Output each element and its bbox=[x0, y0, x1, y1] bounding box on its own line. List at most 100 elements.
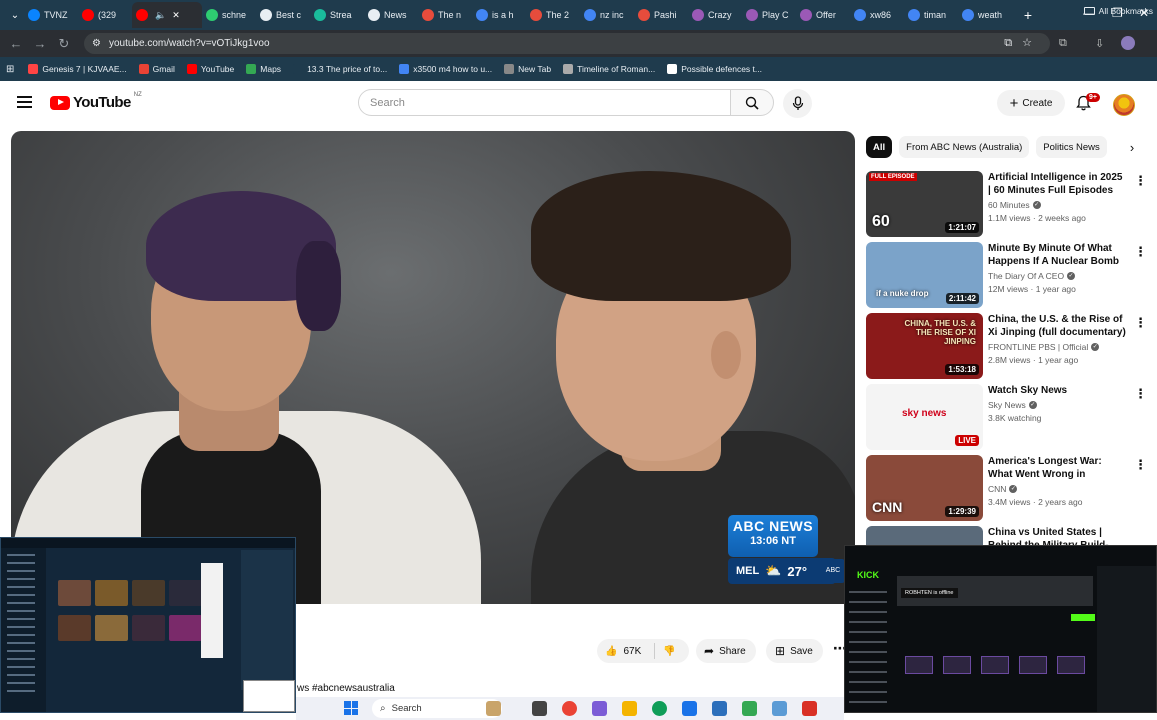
bookmark-star-icon[interactable]: ⧉☆ bbox=[1004, 36, 1042, 50]
browser-tab[interactable]: Offer bbox=[796, 2, 850, 28]
related-video-item[interactable]: FULL EPISODE 60 1:21:07 Artificial Intellig… bbox=[866, 171, 1150, 237]
related-video-item[interactable]: China vs United States | Behind the Mili… bbox=[866, 526, 1150, 545]
channel-name[interactable]: The Diary Of A CEO bbox=[988, 271, 1064, 281]
more-options-icon[interactable]: ⋮ bbox=[1134, 244, 1147, 260]
more-options-icon[interactable]: ⋮ bbox=[1134, 173, 1147, 189]
filter-chip[interactable]: From ABC News (Australia) bbox=[899, 136, 1030, 158]
tab-search-icon[interactable]: ⌄ bbox=[6, 10, 24, 21]
chevron-right-icon[interactable]: › bbox=[1122, 140, 1142, 155]
browser-tab[interactable]: Crazy bbox=[688, 2, 742, 28]
browser-tab[interactable]: The 2 bbox=[526, 2, 580, 28]
browser-tab[interactable]: Pashi bbox=[634, 2, 688, 28]
tab-audio-icon[interactable]: 🔈 bbox=[155, 10, 166, 21]
site-info-icon[interactable]: ⚙ bbox=[92, 38, 101, 49]
app-icon[interactable] bbox=[802, 701, 817, 716]
video-player[interactable]: ABC NEWS 13:06 NT MEL ⛅ 27° ABC bbox=[11, 131, 855, 604]
taskbar-search[interactable]: ⌕ Search bbox=[372, 699, 502, 718]
edge-icon[interactable] bbox=[652, 701, 667, 716]
account-avatar[interactable] bbox=[1113, 94, 1135, 116]
browser-tab[interactable]: weath bbox=[958, 2, 1012, 28]
browser-tab[interactable]: Play C bbox=[742, 2, 796, 28]
forward-icon[interactable]: → bbox=[28, 36, 52, 51]
browser-tab[interactable]: (329 bbox=[78, 2, 132, 28]
filter-chip[interactable]: All bbox=[866, 136, 893, 158]
bookmark-item[interactable]: Genesis 7 | KJVAAE... bbox=[28, 64, 127, 74]
bookmark-item[interactable]: Timeline of Roman... bbox=[563, 64, 655, 74]
address-bar[interactable]: ⚙ youtube.com/watch?v=vOTiJkg1voo ⧉☆ bbox=[84, 33, 1050, 54]
like-button[interactable]: 👍 67K bbox=[597, 643, 655, 659]
more-options-icon[interactable]: ⋮ bbox=[1134, 315, 1147, 331]
browser-tab[interactable]: timan bbox=[904, 2, 958, 28]
overlay-window-kick[interactable]: KICK ROBHTEN is offline bbox=[844, 545, 1157, 713]
video-thumbnail[interactable]: CNN 1:29:39 bbox=[866, 455, 983, 521]
channel-name[interactable]: 60 Minutes bbox=[988, 200, 1030, 210]
channel-name[interactable]: FRONTLINE PBS | Official bbox=[988, 342, 1088, 352]
related-video-item[interactable]: CNN 1:29:39 America's Longest War: What We… bbox=[866, 455, 1150, 521]
create-button[interactable]: + Create bbox=[997, 90, 1065, 116]
profile-avatar[interactable] bbox=[1121, 36, 1135, 50]
video-thumbnail[interactable]: FULL EPISODE 60 1:21:07 bbox=[866, 171, 983, 237]
browser-tab[interactable]: xw86 bbox=[850, 2, 904, 28]
new-tab-button[interactable]: + bbox=[1018, 7, 1038, 23]
channel-name[interactable]: CNN bbox=[988, 484, 1006, 494]
video-title[interactable]: Watch Sky News bbox=[988, 384, 1128, 397]
video-thumbnail[interactable]: sky news LIVE bbox=[866, 384, 983, 450]
bookmark-item[interactable]: Maps bbox=[246, 64, 281, 74]
related-video-item[interactable]: sky news LIVE Watch Sky News Sky News ✓ 3.8K … bbox=[866, 384, 1150, 450]
video-thumbnail[interactable]: CHINA, THE U.S. & THE RISE OF XI JINPING… bbox=[866, 313, 983, 379]
bookmark-item[interactable]: YouTube bbox=[186, 64, 234, 74]
browser-tab[interactable]: TVNZ bbox=[24, 2, 78, 28]
browser-tab[interactable]: News bbox=[364, 2, 418, 28]
browser-tab[interactable]: Best c bbox=[256, 2, 310, 28]
app-icon[interactable] bbox=[772, 701, 787, 716]
bookmark-item[interactable]: x3500 m4 how to u... bbox=[399, 64, 492, 74]
bookmark-item[interactable]: Possible defences t... bbox=[667, 64, 762, 74]
video-title[interactable]: America's Longest War: What Went Wrong i… bbox=[988, 455, 1128, 481]
video-title[interactable]: China, the U.S. & the Rise of Xi Jinping… bbox=[988, 313, 1128, 339]
taskbar-widget-icon[interactable] bbox=[486, 701, 501, 716]
file-explorer-icon[interactable] bbox=[622, 701, 637, 716]
back-icon[interactable]: ← bbox=[4, 36, 28, 51]
search-button[interactable] bbox=[730, 89, 774, 116]
bookmark-item[interactable]: Gmail bbox=[138, 64, 175, 74]
share-button[interactable]: ➦ Share bbox=[696, 639, 756, 663]
reload-icon[interactable]: ↻ bbox=[52, 36, 76, 52]
save-button[interactable]: ⊞ Save bbox=[766, 639, 823, 663]
browser-tab[interactable]: is a h bbox=[472, 2, 526, 28]
voice-search-button[interactable] bbox=[783, 89, 812, 118]
browser-tab[interactable]: nz inc bbox=[580, 2, 634, 28]
bookmark-item[interactable]: 13.3 The price of to... bbox=[293, 64, 387, 74]
tab-close-icon[interactable]: ✕ bbox=[172, 10, 180, 21]
video-title[interactable]: Artificial Intelligence in 2025 | 60 Min… bbox=[988, 171, 1128, 197]
browser-tab[interactable]: The n bbox=[418, 2, 472, 28]
dislike-button[interactable]: 👎 bbox=[655, 646, 675, 657]
description-hashtags[interactable]: ws #abcnewsaustralia bbox=[297, 683, 395, 694]
related-video-item[interactable]: if a nuke drop 2:11:42 Minute By Minute Of… bbox=[866, 242, 1150, 308]
video-thumbnail[interactable]: if a nuke drop 2:11:42 bbox=[866, 242, 983, 308]
video-title[interactable]: Minute By Minute Of What Happens If A Nu… bbox=[988, 242, 1128, 268]
video-thumbnail[interactable] bbox=[866, 526, 983, 545]
all-bookmarks-button[interactable]: All Bookmarks bbox=[1083, 6, 1153, 16]
copilot-icon[interactable] bbox=[592, 701, 607, 716]
related-video-item[interactable]: CHINA, THE U.S. & THE RISE OF XI JINPING… bbox=[866, 313, 1150, 379]
mail-icon[interactable] bbox=[712, 701, 727, 716]
browser-tab[interactable]: Strea bbox=[310, 2, 364, 28]
task-view-icon[interactable] bbox=[532, 701, 547, 716]
more-options-icon[interactable]: ⋮ bbox=[1134, 457, 1147, 473]
browser-tab[interactable]: schne bbox=[202, 2, 256, 28]
video-title[interactable]: China vs United States | Behind the Mili… bbox=[988, 526, 1128, 545]
chrome-icon[interactable] bbox=[562, 701, 577, 716]
youtube-logo[interactable]: YouTube NZ bbox=[50, 92, 142, 111]
channel-name[interactable]: Sky News bbox=[988, 400, 1026, 410]
app-icon[interactable] bbox=[742, 701, 757, 716]
windows-start-icon[interactable] bbox=[344, 701, 358, 715]
downloads-icon[interactable]: ⇩ bbox=[1095, 37, 1104, 50]
bookmark-item[interactable]: New Tab bbox=[504, 64, 551, 74]
extensions-icon[interactable]: ⧉ bbox=[1059, 37, 1067, 50]
apps-grid-icon[interactable]: ⊞ bbox=[6, 64, 14, 75]
browser-tab[interactable]: 🔈 ✕ bbox=[132, 2, 202, 28]
store-icon[interactable] bbox=[682, 701, 697, 716]
search-input[interactable]: Search bbox=[358, 89, 731, 116]
guide-menu-icon[interactable] bbox=[17, 96, 32, 108]
more-options-icon[interactable]: ⋮ bbox=[1134, 386, 1147, 402]
